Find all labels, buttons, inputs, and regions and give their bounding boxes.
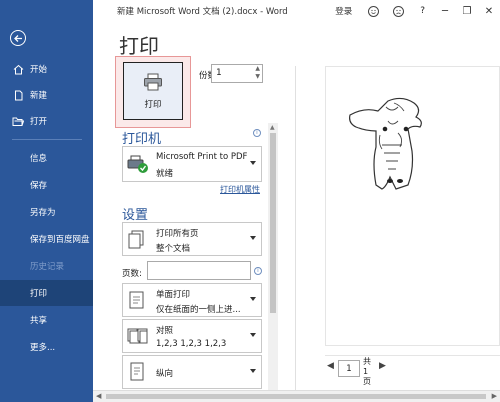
sidebar-item-label: 打开 [30, 117, 48, 127]
sides-dropdown[interactable]: 单面打印 仅在纸面的一侧上进... [122, 283, 262, 317]
frown-icon[interactable] [393, 5, 405, 17]
pages-icon [127, 229, 147, 252]
printer-name: Microsoft Print to PDF [156, 152, 248, 162]
collate-icon [127, 326, 149, 349]
backstage-sidebar: 开始 新建 打开 信息 保存 另存为 保存到百度网盘 历史记录 打印 共享 更多… [0, 0, 93, 402]
spin-arrows-icon[interactable]: ▲ ▼ [255, 65, 260, 81]
minimize-button[interactable]: ─ [434, 6, 456, 17]
sidebar-item-label: 共享 [30, 316, 48, 326]
printer-icon [143, 73, 163, 94]
collate-sublabel: 1,2,3 1,2,3 1,2,3 [156, 339, 227, 349]
chevron-down-icon [250, 161, 256, 165]
page-navigator: ◀ 1 共 1 页 ▶ [325, 355, 500, 386]
sidebar-item-label: 保存到百度网盘 [30, 235, 90, 245]
panel-divider [295, 66, 296, 391]
previous-page-icon[interactable]: ◀ [327, 361, 334, 371]
print-range-sublabel: 整个文档 [156, 244, 191, 254]
copies-value: 1 [216, 68, 222, 78]
sidebar-item-home[interactable]: 开始 [0, 56, 93, 82]
smiley-icon[interactable] [368, 5, 380, 17]
portrait-icon [127, 362, 147, 385]
signin-link[interactable]: 登录 [335, 5, 352, 17]
orientation-dropdown[interactable]: 纵向 [122, 355, 262, 389]
printer-section-heading: 打印机 [122, 132, 162, 147]
printer-ready-icon [127, 154, 149, 177]
scroll-up-icon[interactable]: ▲ [270, 124, 275, 131]
sidebar-item-label: 开始 [30, 65, 48, 75]
new-document-icon [12, 89, 24, 101]
sidebar-item-label: 信息 [30, 154, 48, 164]
open-folder-icon [12, 115, 24, 127]
sidebar-item-more[interactable]: 更多... [0, 334, 93, 360]
info-icon[interactable]: i [253, 129, 261, 137]
print-range-label: 打印所有页 [156, 229, 199, 239]
copies-stepper[interactable]: 1 ▲ ▼ [211, 64, 263, 83]
print-button-label: 打印 [144, 99, 162, 110]
page-title: 打印 [119, 34, 159, 58]
next-page-icon[interactable]: ▶ [379, 361, 386, 371]
home-icon [12, 63, 24, 75]
sidebar-item-label: 打印 [30, 289, 48, 299]
sidebar-item-label: 新建 [30, 91, 48, 101]
scroll-right-icon[interactable]: ▶ [492, 392, 497, 400]
settings-section-heading: 设置 [122, 208, 149, 223]
pages-input[interactable] [147, 261, 251, 280]
print-range-dropdown[interactable]: 打印所有页 整个文档 [122, 222, 262, 256]
sides-label: 单面打印 [156, 290, 191, 300]
title-bar: 新建 Microsoft Word 文档 (2).docx - Word 登录 … [93, 0, 500, 22]
close-button[interactable]: ✕ [478, 6, 500, 17]
sidebar-item-label: 保存 [30, 181, 48, 191]
sidebar-item-share[interactable]: 共享 [0, 307, 93, 333]
help-button[interactable]: ? [420, 6, 425, 16]
scroll-left-icon[interactable]: ◀ [96, 392, 101, 400]
sidebar-item-new[interactable]: 新建 [0, 82, 93, 108]
sidebar-item-label: 历史记录 [30, 262, 65, 272]
sidebar-item-history: 历史记录 [0, 253, 93, 279]
orientation-label: 纵向 [156, 369, 174, 379]
sidebar-item-save-as[interactable]: 另存为 [0, 199, 93, 225]
chevron-down-icon [250, 369, 256, 373]
collate-label: 对照 [156, 326, 174, 336]
sidebar-item-label: 更多... [30, 343, 56, 353]
print-panel: 打印 打印 份数: 1 ▲ ▼ 打印机 i Microsoft Print to… [93, 22, 500, 402]
chevron-down-icon [250, 297, 256, 301]
page-count-text: 共 1 页 [363, 357, 371, 386]
page-number-input[interactable]: 1 [338, 360, 360, 377]
print-button[interactable]: 打印 [123, 62, 183, 120]
settings-scrollbar[interactable]: ▲ [268, 123, 278, 393]
page-number-value: 1 [346, 364, 352, 374]
pages-label: 页数: [122, 269, 142, 279]
sidebar-divider [12, 139, 82, 140]
window-title: 新建 Microsoft Word 文档 (2).docx - Word [117, 7, 288, 17]
horizontal-scrollbar[interactable]: ◀ ▶ [93, 390, 500, 402]
sidebar-item-label: 另存为 [30, 208, 56, 218]
cow-illustration [349, 97, 422, 190]
info-icon[interactable]: i [254, 267, 262, 275]
sidebar-item-save-to-baidu[interactable]: 保存到百度网盘 [0, 226, 93, 252]
scrollbar-thumb[interactable] [106, 394, 486, 399]
chevron-down-icon [250, 333, 256, 337]
sidebar-item-info[interactable]: 信息 [0, 145, 93, 171]
sidebar-item-save[interactable]: 保存 [0, 172, 93, 198]
printer-status: 就绪 [156, 169, 174, 179]
chevron-down-icon [250, 236, 256, 240]
sidebar-item-open[interactable]: 打开 [0, 108, 93, 134]
print-preview-page [325, 66, 500, 346]
collate-dropdown[interactable]: 对照 1,2,3 1,2,3 1,2,3 [122, 319, 262, 353]
printer-properties-link[interactable]: 打印机属性 [220, 184, 260, 195]
scrollbar-thumb[interactable] [270, 133, 276, 313]
restore-button[interactable]: ❐ [456, 6, 478, 17]
sides-sublabel: 仅在纸面的一侧上进... [156, 305, 241, 315]
printer-dropdown[interactable]: Microsoft Print to PDF 就绪 [122, 146, 262, 182]
single-sided-icon [127, 290, 147, 313]
sidebar-item-print[interactable]: 打印 [0, 280, 93, 306]
back-arrow-icon[interactable] [10, 30, 26, 46]
print-button-highlight: 打印 [115, 56, 191, 128]
